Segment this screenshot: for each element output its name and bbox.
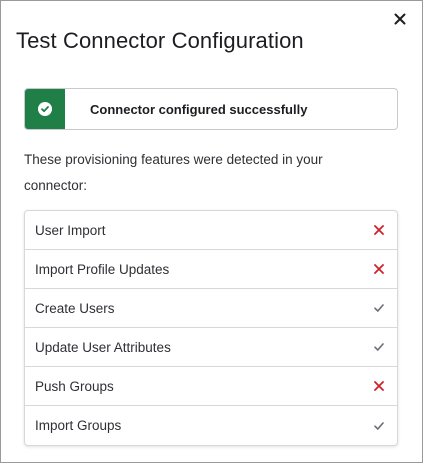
feature-label: Update User Attributes xyxy=(35,339,171,355)
feature-label: Import Profile Updates xyxy=(35,261,170,277)
feature-label: Import Groups xyxy=(35,418,122,433)
close-button[interactable] xyxy=(391,10,409,28)
test-connector-dialog: Test Connector Configuration Connector c… xyxy=(0,0,423,463)
banner-message: Connector configured successfully xyxy=(90,101,308,117)
intro-text: These provisioning features were detecte… xyxy=(24,152,323,193)
feature-list: User Import Import Profile Updates Creat… xyxy=(24,210,398,446)
feature-row-push-groups: Push Groups xyxy=(25,367,397,406)
check-circle-icon xyxy=(38,102,52,116)
check-icon xyxy=(373,420,385,432)
feature-label: Create Users xyxy=(35,300,115,316)
close-icon xyxy=(394,13,406,25)
feature-label: User Import xyxy=(35,222,106,238)
check-icon xyxy=(373,341,385,353)
feature-row-user-import: User Import xyxy=(25,211,397,250)
dialog-title: Test Connector Configuration xyxy=(16,28,304,53)
x-icon xyxy=(373,263,385,275)
success-banner: Connector configured successfully xyxy=(24,88,398,130)
feature-label: Push Groups xyxy=(35,378,114,394)
x-icon xyxy=(373,224,385,236)
feature-row-import-profile-updates: Import Profile Updates xyxy=(25,250,397,289)
feature-row-create-users: Create Users xyxy=(25,289,397,328)
banner-icon-area xyxy=(25,89,65,129)
feature-row-update-user-attributes: Update User Attributes xyxy=(25,328,397,367)
feature-row-import-groups: Import Groups xyxy=(25,406,397,445)
x-icon xyxy=(373,380,385,392)
check-icon xyxy=(373,302,385,314)
